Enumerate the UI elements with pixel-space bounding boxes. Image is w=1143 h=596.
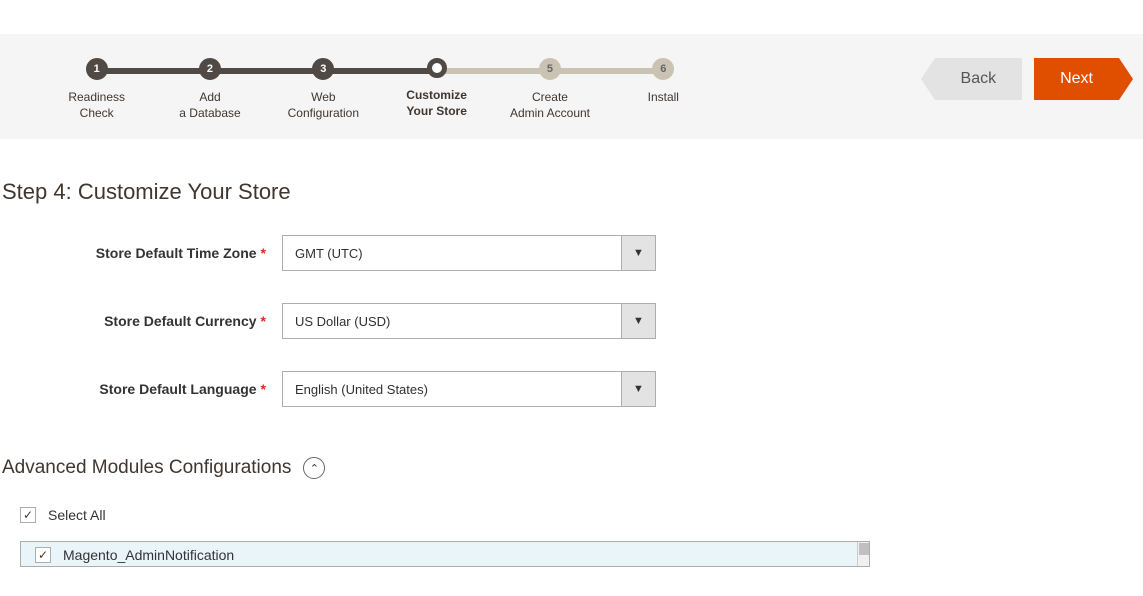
advanced-modules-heading: Advanced Modules Configurations ⌃ bbox=[2, 457, 1141, 479]
step-number-1: 1 bbox=[86, 58, 108, 80]
required-marker: * bbox=[261, 245, 266, 261]
step-label-5: Create Admin Account bbox=[493, 90, 606, 121]
module-label: Magento_AdminNotification bbox=[63, 547, 234, 563]
currency-label: Store Default Currency* bbox=[2, 313, 282, 329]
step-customize-store: Customize Your Store bbox=[380, 58, 493, 119]
module-checkbox[interactable]: ✓ bbox=[35, 547, 51, 563]
chevron-up-icon: ⌃ bbox=[310, 462, 319, 475]
stepper-bar: Back Next 1 Readiness Check 2 Add a Data… bbox=[0, 34, 1143, 139]
language-select[interactable]: English (United States) ▼ bbox=[282, 371, 656, 407]
advanced-collapse-button[interactable]: ⌃ bbox=[303, 457, 325, 479]
required-marker: * bbox=[261, 381, 266, 397]
select-all-checkbox[interactable]: ✓ bbox=[20, 507, 36, 523]
step-number-5: 5 bbox=[539, 58, 561, 80]
step-current-icon bbox=[427, 58, 447, 78]
module-list[interactable]: ✓ Magento_AdminNotification bbox=[20, 541, 870, 567]
step-number-3: 3 bbox=[312, 58, 334, 80]
next-button[interactable]: Next bbox=[1034, 58, 1119, 100]
caret-down-icon: ▼ bbox=[633, 247, 644, 259]
step-create-admin: 5 Create Admin Account bbox=[493, 58, 606, 121]
stepper: 1 Readiness Check 2 Add a Database 3 Web… bbox=[40, 58, 720, 121]
caret-down-icon: ▼ bbox=[633, 383, 644, 395]
timezone-label: Store Default Time Zone* bbox=[2, 245, 282, 261]
step-number-6: 6 bbox=[652, 58, 674, 80]
language-label: Store Default Language* bbox=[2, 381, 282, 397]
scrollbar-thumb[interactable] bbox=[859, 543, 869, 555]
step-label-4: Customize Your Store bbox=[380, 88, 493, 119]
currency-value: US Dollar (USD) bbox=[283, 304, 621, 338]
page-title: Step 4: Customize Your Store bbox=[2, 179, 1141, 205]
step-label-6: Install bbox=[607, 90, 720, 106]
step-label-2: Add a Database bbox=[153, 90, 266, 121]
step-web-configuration: 3 Web Configuration bbox=[267, 58, 380, 121]
step-number-2: 2 bbox=[199, 58, 221, 80]
timezone-value: GMT (UTC) bbox=[283, 236, 621, 270]
module-list-scrollbar[interactable] bbox=[857, 542, 869, 566]
currency-dropdown-button[interactable]: ▼ bbox=[621, 304, 655, 338]
language-value: English (United States) bbox=[283, 372, 621, 406]
timezone-select[interactable]: GMT (UTC) ▼ bbox=[282, 235, 656, 271]
module-row[interactable]: ✓ Magento_AdminNotification bbox=[21, 542, 869, 567]
language-dropdown-button[interactable]: ▼ bbox=[621, 372, 655, 406]
step-label-3: Web Configuration bbox=[267, 90, 380, 121]
back-button[interactable]: Back bbox=[935, 58, 1023, 100]
step-add-database: 2 Add a Database bbox=[153, 58, 266, 121]
step-label-1: Readiness Check bbox=[40, 90, 153, 121]
step-install: 6 Install bbox=[607, 58, 720, 106]
check-icon: ✓ bbox=[38, 548, 48, 562]
select-all-label: Select All bbox=[48, 507, 106, 523]
timezone-dropdown-button[interactable]: ▼ bbox=[621, 236, 655, 270]
step-readiness-check: 1 Readiness Check bbox=[40, 58, 153, 121]
required-marker: * bbox=[261, 313, 266, 329]
check-icon: ✓ bbox=[23, 508, 33, 522]
caret-down-icon: ▼ bbox=[633, 315, 644, 327]
currency-select[interactable]: US Dollar (USD) ▼ bbox=[282, 303, 656, 339]
